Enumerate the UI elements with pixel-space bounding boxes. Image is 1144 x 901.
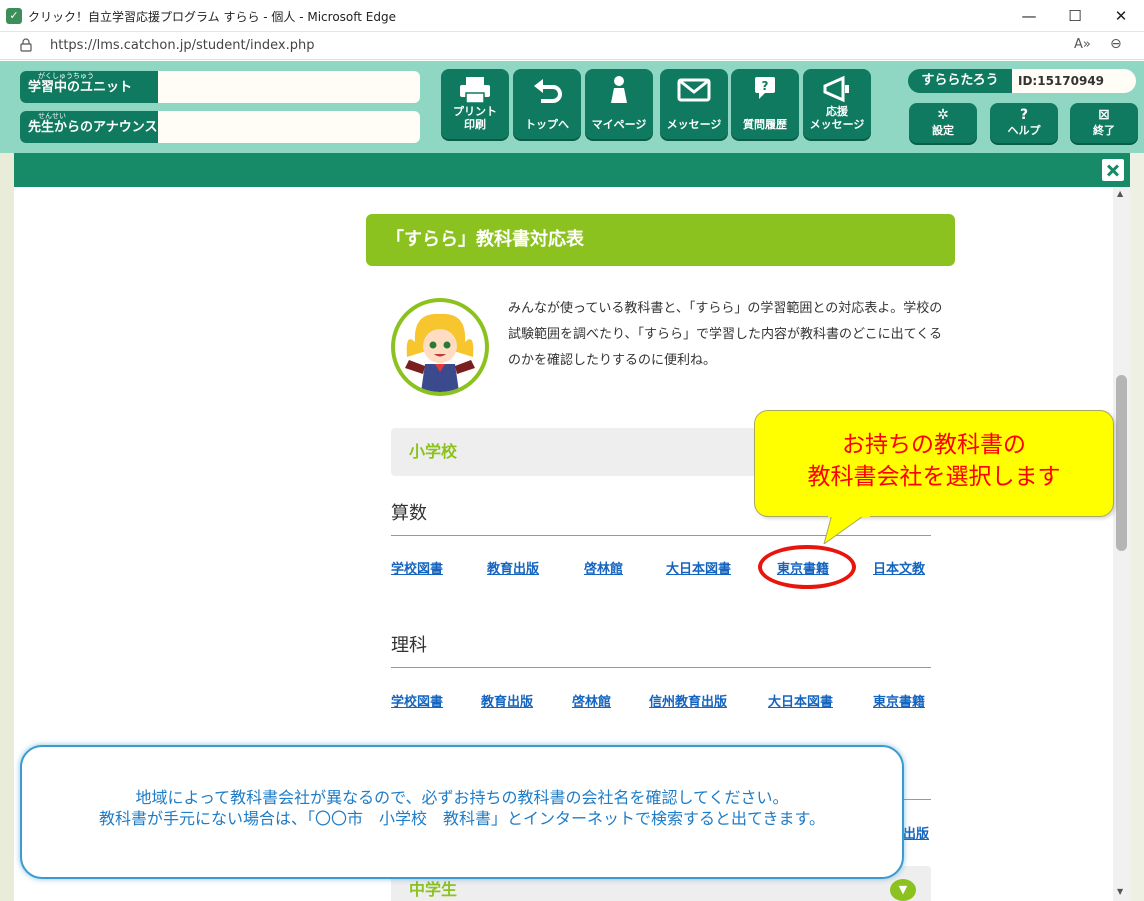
mascot-illustration — [405, 313, 475, 392]
right-gutter — [1130, 153, 1144, 901]
science-publisher-keirinkan[interactable]: 啓林館 — [572, 691, 611, 710]
read-aloud-icon[interactable]: A» — [1074, 37, 1091, 52]
callout-pointer — [823, 514, 870, 544]
question-history-icon: ? — [755, 77, 775, 99]
return-icon — [534, 79, 562, 103]
announcement-label: せんせい 先生からのアナウンス — [20, 111, 158, 143]
close-panel-icon[interactable] — [1100, 157, 1126, 183]
message-button[interactable]: メッセージ — [660, 69, 728, 139]
app-icon: ✓ — [6, 8, 22, 24]
mypage-button[interactable]: マイページ — [585, 69, 653, 139]
address-bar: https://lms.catchon.jp/student/index.php… — [0, 32, 1144, 60]
announcement-row: せんせい 先生からのアナウンス — [20, 111, 420, 143]
note-box: 地域によって教科書会社が異なるので、必ずお持ちの教科書の会社名を確認してください… — [20, 745, 904, 879]
settings-button[interactable]: ✲ 設定 — [909, 103, 977, 143]
app-header: がくしゅうちゅう 学習中のユニット せんせい 先生からのアナウンス プリント 印… — [0, 61, 1144, 153]
science-publisher-shinshu[interactable]: 信州教育出版 — [649, 691, 727, 710]
window-title: クリック！自立学習応援プログラム すらら - 個人 - Microsoft Ed… — [28, 10, 396, 24]
mascot-avatar — [391, 298, 489, 396]
cheer-message-button[interactable]: 応援 メッセージ — [803, 69, 871, 139]
print-button[interactable]: プリント 印刷 — [441, 69, 509, 139]
math-publisher-keirinkan[interactable]: 啓林館 — [584, 558, 623, 577]
question-history-button[interactable]: ? 質問履歴 — [731, 69, 799, 139]
current-unit-row: がくしゅうちゅう 学習中のユニット — [20, 71, 420, 103]
lock-icon — [20, 38, 32, 52]
exit-icon: ⊠ — [1098, 107, 1110, 123]
science-publisher-tokyoshoseki[interactable]: 東京書籍 — [873, 691, 925, 710]
page-title: 「すらら」教科書対応表 — [366, 214, 955, 266]
content-top-bar — [14, 153, 1130, 187]
gear-icon: ✲ — [937, 107, 949, 123]
megaphone-icon — [823, 75, 849, 103]
mail-icon — [677, 78, 711, 102]
note-line-2: 教科書が手元にない場合は、「〇〇市 小学校 教科書」とインターネットで検索すると… — [99, 809, 825, 828]
scroll-up-icon[interactable]: ▲ — [1117, 189, 1123, 198]
intro-text: みんなが使っている教科書と、「すらら」の学習範囲との対応表よ。学校の試験範囲を調… — [508, 301, 943, 368]
close-window-button[interactable]: ✕ — [1098, 0, 1144, 32]
subject-science-heading: 理科 — [391, 632, 931, 668]
note-line-1: 地域によって教科書会社が異なるので、必ずお持ちの教科書の会社名を確認してください… — [135, 788, 789, 807]
highlight-ring — [758, 545, 856, 589]
scroll-down-icon[interactable]: ▼ — [1117, 887, 1123, 896]
top-button[interactable]: トップへ — [513, 69, 581, 139]
hidden-publisher-link[interactable]: 出版 — [903, 823, 929, 842]
science-publisher-gakkotosho[interactable]: 学校図書 — [391, 691, 443, 710]
scrollbar[interactable]: ▲ ▼ — [1113, 187, 1130, 901]
current-unit-label: がくしゅうちゅう 学習中のユニット — [20, 71, 158, 103]
zoom-out-icon[interactable]: ⊖ — [1110, 36, 1122, 52]
url-field[interactable]: https://lms.catchon.jp/student/index.php — [50, 38, 314, 53]
science-publisher-kyoikushuppan[interactable]: 教育出版 — [481, 691, 533, 710]
math-publisher-dainippontosho[interactable]: 大日本図書 — [666, 558, 731, 577]
help-icon: ? — [1019, 107, 1029, 123]
left-gutter — [0, 153, 14, 901]
window-titlebar: ✓ クリック！自立学習応援プログラム すらら - 個人 - Microsoft … — [0, 0, 1144, 32]
announcement-ruby: せんせい — [38, 112, 66, 120]
callout-line-2: 教科書会社を選択します — [807, 464, 1061, 490]
svg-text:?: ? — [762, 79, 769, 93]
minimize-button[interactable]: — — [1006, 0, 1052, 32]
current-unit-ruby: がくしゅうちゅう — [38, 72, 94, 80]
help-button[interactable]: ? ヘルプ — [990, 103, 1058, 143]
callout-line-1: お持ちの教科書の — [842, 432, 1026, 458]
yellow-callout: お持ちの教科書の 教科書会社を選択します — [754, 410, 1114, 517]
scrollbar-thumb[interactable] — [1116, 375, 1127, 551]
printer-icon — [460, 77, 490, 104]
user-id: ID:15170949 — [1012, 69, 1136, 93]
science-publisher-dainippontosho[interactable]: 大日本図書 — [768, 691, 833, 710]
math-publisher-nihonbunkyo[interactable]: 日本文教 — [873, 558, 925, 577]
maximize-button[interactable]: ☐ — [1052, 0, 1098, 32]
math-publisher-kyoikushuppan[interactable]: 教育出版 — [487, 558, 539, 577]
person-icon — [611, 76, 627, 103]
user-name: すららたろう — [908, 69, 1012, 93]
math-publisher-gakkotosho[interactable]: 学校図書 — [391, 558, 443, 577]
exit-button[interactable]: ⊠ 終了 — [1070, 103, 1138, 143]
expand-icon[interactable]: ▼ — [890, 879, 916, 901]
